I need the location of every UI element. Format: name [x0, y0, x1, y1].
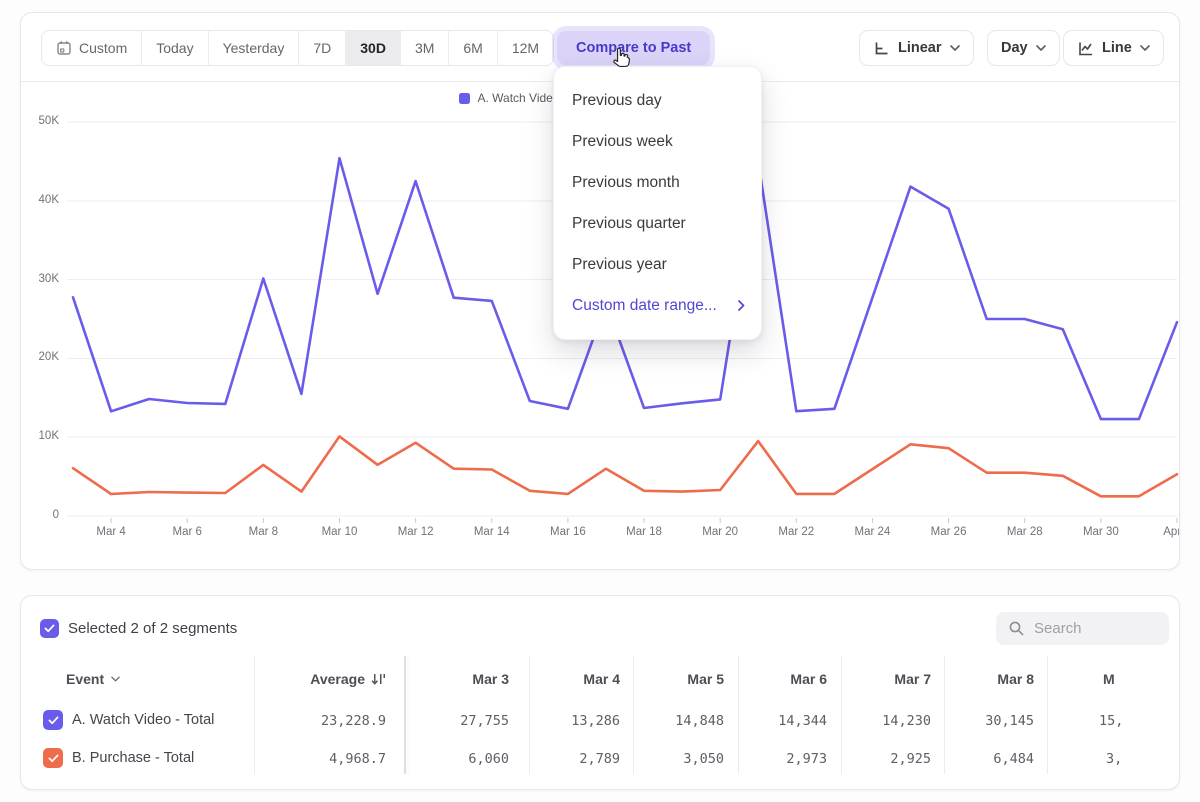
menu-item-label: Custom date range...: [572, 297, 717, 315]
series-line-b: [73, 436, 1177, 496]
x-axis-tick-label: Mar 20: [702, 526, 738, 538]
frozen-column-divider: [404, 656, 406, 774]
column-divider: [944, 656, 945, 774]
segment-name: A. Watch Video - Total: [72, 712, 214, 728]
column-divider: [841, 656, 842, 774]
menu-item-previous-month[interactable]: Previous month: [554, 162, 761, 203]
column-divider: [529, 656, 530, 774]
event-header-label: Event: [66, 671, 104, 687]
segment-checkbox[interactable]: [43, 748, 63, 768]
daily-value-clipped: 15,: [1099, 713, 1123, 729]
x-axis-tick-label: Apr 1: [1163, 526, 1180, 538]
x-axis-tick-label: Mar 14: [474, 526, 510, 538]
daily-value: 6,484: [993, 751, 1034, 767]
daily-value: 13,286: [571, 713, 620, 729]
average-header-label: Average: [310, 671, 365, 687]
y-axis-tick-label: 50K: [21, 115, 59, 127]
segment-checkbox[interactable]: [43, 710, 63, 730]
check-icon: [48, 716, 59, 725]
search-box: [996, 612, 1169, 645]
segment-name: B. Purchase - Total: [72, 750, 194, 766]
daily-value-clipped: 3,: [1106, 751, 1122, 767]
daily-value: 27,755: [460, 713, 509, 729]
x-axis-tick-label: Mar 8: [249, 526, 278, 538]
column-divider: [1047, 656, 1048, 774]
y-axis-tick-label: 30K: [21, 273, 59, 285]
x-axis-tick-label: Mar 28: [1007, 526, 1043, 538]
date-column-header[interactable]: Mar 4: [583, 671, 620, 687]
menu-item-previous-quarter[interactable]: Previous quarter: [554, 203, 761, 244]
daily-value: 30,145: [985, 713, 1034, 729]
x-axis-tick-label: Mar 4: [96, 526, 125, 538]
daily-value: 2,973: [786, 751, 827, 767]
segments-table-card: Selected 2 of 2 segments Event Average Mar…: [20, 595, 1180, 790]
legend-swatch: [459, 93, 470, 104]
check-icon: [48, 754, 59, 763]
y-axis-tick-label: 0: [21, 509, 59, 521]
y-axis-tick-label: 10K: [21, 430, 59, 442]
average-value: 4,968.7: [329, 751, 386, 767]
chevron-right-icon: [738, 300, 745, 311]
sort-descending-icon: [371, 672, 386, 686]
daily-value: 6,060: [468, 751, 509, 767]
average-column-header[interactable]: Average: [310, 671, 386, 687]
x-axis-tick-label: Mar 12: [398, 526, 434, 538]
date-column-header[interactable]: Mar 6: [790, 671, 827, 687]
x-axis-tick-label: Mar 10: [322, 526, 358, 538]
x-axis-tick-label: Mar 30: [1083, 526, 1119, 538]
search-input[interactable]: [1034, 620, 1154, 637]
chevron-down-icon: [111, 676, 120, 682]
x-axis-tick-label: Mar 18: [626, 526, 662, 538]
daily-value: 14,230: [882, 713, 931, 729]
column-divider: [738, 656, 739, 774]
menu-item-previous-week[interactable]: Previous week: [554, 121, 761, 162]
date-column-header[interactable]: Mar 5: [687, 671, 724, 687]
column-divider: [254, 656, 255, 774]
y-axis-tick-label: 20K: [21, 351, 59, 363]
column-divider: [633, 656, 634, 774]
compare-to-past-menu: Previous dayPrevious weekPrevious monthP…: [553, 66, 762, 340]
y-axis-tick-label: 40K: [21, 194, 59, 206]
daily-value: 14,848: [675, 713, 724, 729]
daily-value: 2,925: [890, 751, 931, 767]
event-column-header[interactable]: Event: [66, 671, 120, 687]
x-axis-tick-label: Mar 26: [931, 526, 967, 538]
date-column-header-clipped: M: [1103, 671, 1115, 687]
date-column-header[interactable]: Mar 8: [997, 671, 1034, 687]
daily-value: 2,789: [579, 751, 620, 767]
menu-item-custom-date-range[interactable]: Custom date range...: [554, 285, 761, 326]
menu-item-previous-day[interactable]: Previous day: [554, 80, 761, 121]
x-axis-tick-label: Mar 22: [778, 526, 814, 538]
check-icon: [44, 624, 55, 633]
menu-item-previous-year[interactable]: Previous year: [554, 244, 761, 285]
x-axis-tick-label: Mar 16: [550, 526, 586, 538]
analytics-dashboard: CustomTodayYesterday7D30D3M6M12M Compare…: [0, 0, 1200, 802]
selected-segments-label: Selected 2 of 2 segments: [68, 620, 237, 637]
average-value: 23,228.9: [321, 713, 386, 729]
search-icon: [1008, 620, 1025, 637]
daily-value: 14,344: [778, 713, 827, 729]
select-all-checkbox[interactable]: [40, 619, 59, 638]
x-axis-tick-label: Mar 6: [173, 526, 202, 538]
date-column-header[interactable]: Mar 3: [472, 671, 509, 687]
daily-value: 3,050: [683, 751, 724, 767]
x-axis-tick-label: Mar 24: [855, 526, 891, 538]
date-column-header[interactable]: Mar 7: [894, 671, 931, 687]
